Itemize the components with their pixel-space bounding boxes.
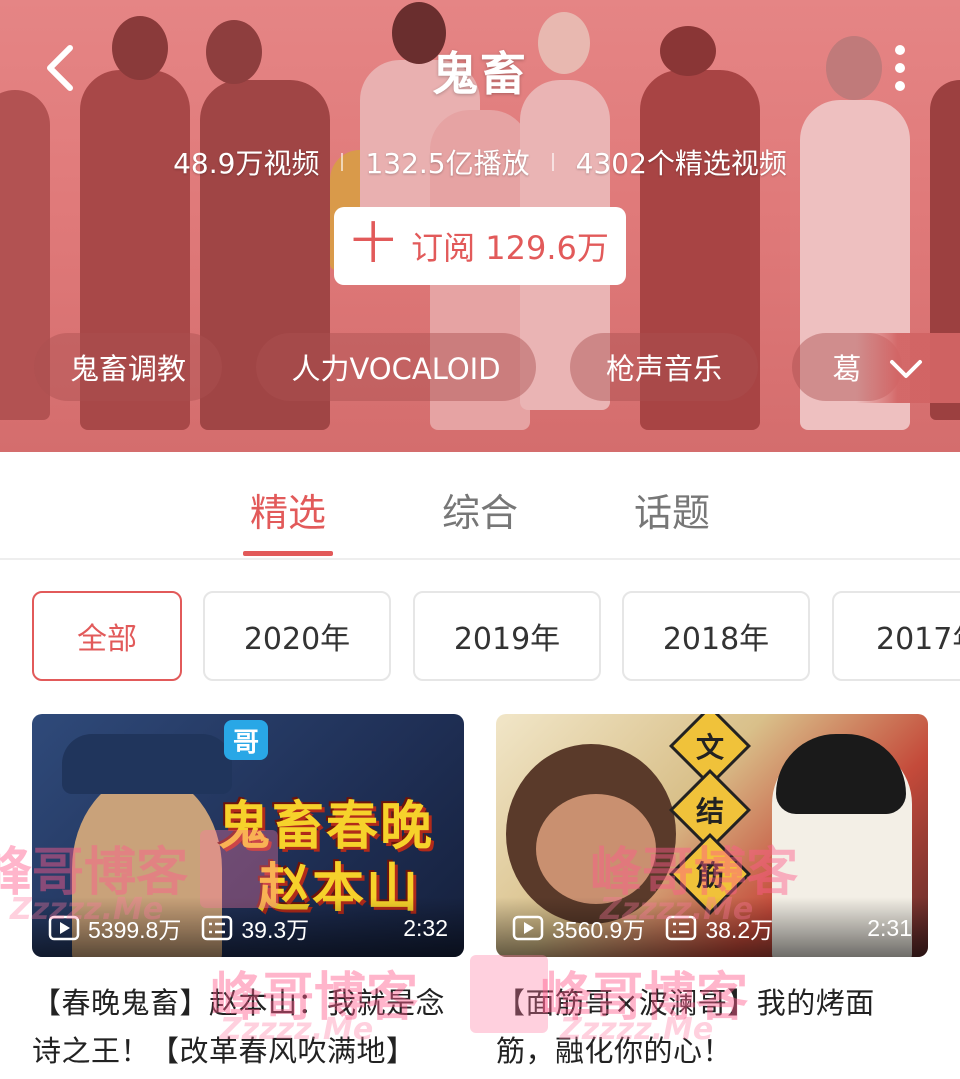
year-filter-row: 全部 2020年 2019年 2018年 2017年 bbox=[0, 591, 960, 683]
subscribe-label: 订阅 129.6万 bbox=[411, 229, 609, 267]
tab-featured[interactable]: 精选 bbox=[218, 482, 358, 537]
more-vertical-icon bbox=[895, 45, 905, 91]
expand-tags-button[interactable] bbox=[886, 352, 926, 384]
topic-header: 鬼畜 48.9万视频 132.5亿播放 4302个精选视频 十 订阅 129.6… bbox=[0, 0, 960, 452]
sub-tag[interactable]: 人力VOCALOID bbox=[256, 333, 536, 401]
sub-tag[interactable]: 枪声音乐 bbox=[570, 333, 758, 401]
thumbnail-hat bbox=[62, 734, 232, 794]
danmaku-count: 39.3万 bbox=[241, 917, 310, 943]
video-title[interactable]: 【春晚鬼畜】赵本山：我就是念诗之王！【改革春风吹满地】 bbox=[32, 979, 464, 1075]
topic-stats: 48.9万视频 132.5亿播放 4302个精选视频 bbox=[0, 142, 960, 182]
thumbnail-caption: 结 bbox=[695, 795, 724, 828]
video-count: 48.9万视频 bbox=[173, 147, 320, 180]
video-duration: 2:32 bbox=[403, 914, 448, 941]
page-title: 鬼畜 bbox=[432, 47, 528, 101]
active-tab-indicator bbox=[243, 551, 333, 556]
video-meta: 5399.8万 39.3万 2:32 bbox=[48, 911, 448, 945]
chevron-down-icon bbox=[890, 360, 922, 378]
filter-2018[interactable]: 2018年 bbox=[622, 591, 810, 681]
play-count: 3560.9万 bbox=[552, 917, 646, 943]
danmaku-count: 38.2万 bbox=[705, 917, 774, 943]
video-card[interactable]: 哥 鬼畜春晚 赵本山 5399.8万 39.3万 2:32 【春晚鬼畜】赵本山：… bbox=[32, 714, 464, 1075]
tab-topics[interactable]: 话题 bbox=[602, 482, 742, 537]
divider bbox=[341, 153, 344, 171]
video-card[interactable]: 文 结 筋 3560.9万 38.2万 2:31 【面筋哥×波澜哥】我的烤面筋，… bbox=[496, 714, 928, 1075]
plus-icon: 十 bbox=[351, 218, 396, 269]
thumbnail-face bbox=[536, 794, 656, 904]
divider bbox=[551, 153, 554, 171]
thumbnail-caption: 文 bbox=[695, 731, 724, 764]
filter-2020[interactable]: 2020年 bbox=[203, 591, 391, 681]
danmaku-icon bbox=[666, 915, 697, 941]
play-count-icon bbox=[48, 915, 80, 941]
featured-count: 4302个精选视频 bbox=[575, 147, 787, 180]
sub-tag-row: 鬼畜调教 人力VOCALOID 枪声音乐 葛 bbox=[0, 333, 960, 403]
video-duration: 2:31 bbox=[867, 914, 912, 941]
thumbnail-badge: 哥 bbox=[224, 720, 268, 760]
thumbnail-caption: 筋 bbox=[695, 859, 724, 892]
video-thumbnail[interactable]: 哥 鬼畜春晚 赵本山 5399.8万 39.3万 2:32 bbox=[32, 714, 464, 957]
video-thumbnail[interactable]: 文 结 筋 3560.9万 38.2万 2:31 bbox=[496, 714, 928, 957]
video-title[interactable]: 【面筋哥×波澜哥】我的烤面筋，融化你的心！ bbox=[496, 979, 928, 1075]
play-count: 132.5亿播放 bbox=[365, 147, 530, 180]
video-meta: 3560.9万 38.2万 2:31 bbox=[512, 911, 912, 945]
sub-tag[interactable]: 鬼畜调教 bbox=[34, 333, 222, 401]
thumbnail-hair bbox=[776, 734, 906, 814]
play-count-icon bbox=[512, 915, 544, 941]
play-count: 5399.8万 bbox=[88, 917, 182, 943]
filter-all[interactable]: 全部 bbox=[32, 591, 182, 681]
tab-general[interactable]: 综合 bbox=[410, 482, 550, 537]
filter-2019[interactable]: 2019年 bbox=[413, 591, 601, 681]
filter-2017[interactable]: 2017年 bbox=[832, 591, 960, 681]
more-button[interactable] bbox=[880, 40, 920, 96]
thumbnail-caption-tile: 结 bbox=[673, 773, 747, 847]
danmaku-icon bbox=[202, 915, 233, 941]
subscribe-button[interactable]: 十 订阅 129.6万 bbox=[334, 207, 626, 285]
tab-bar: 精选 综合 话题 bbox=[0, 452, 960, 560]
